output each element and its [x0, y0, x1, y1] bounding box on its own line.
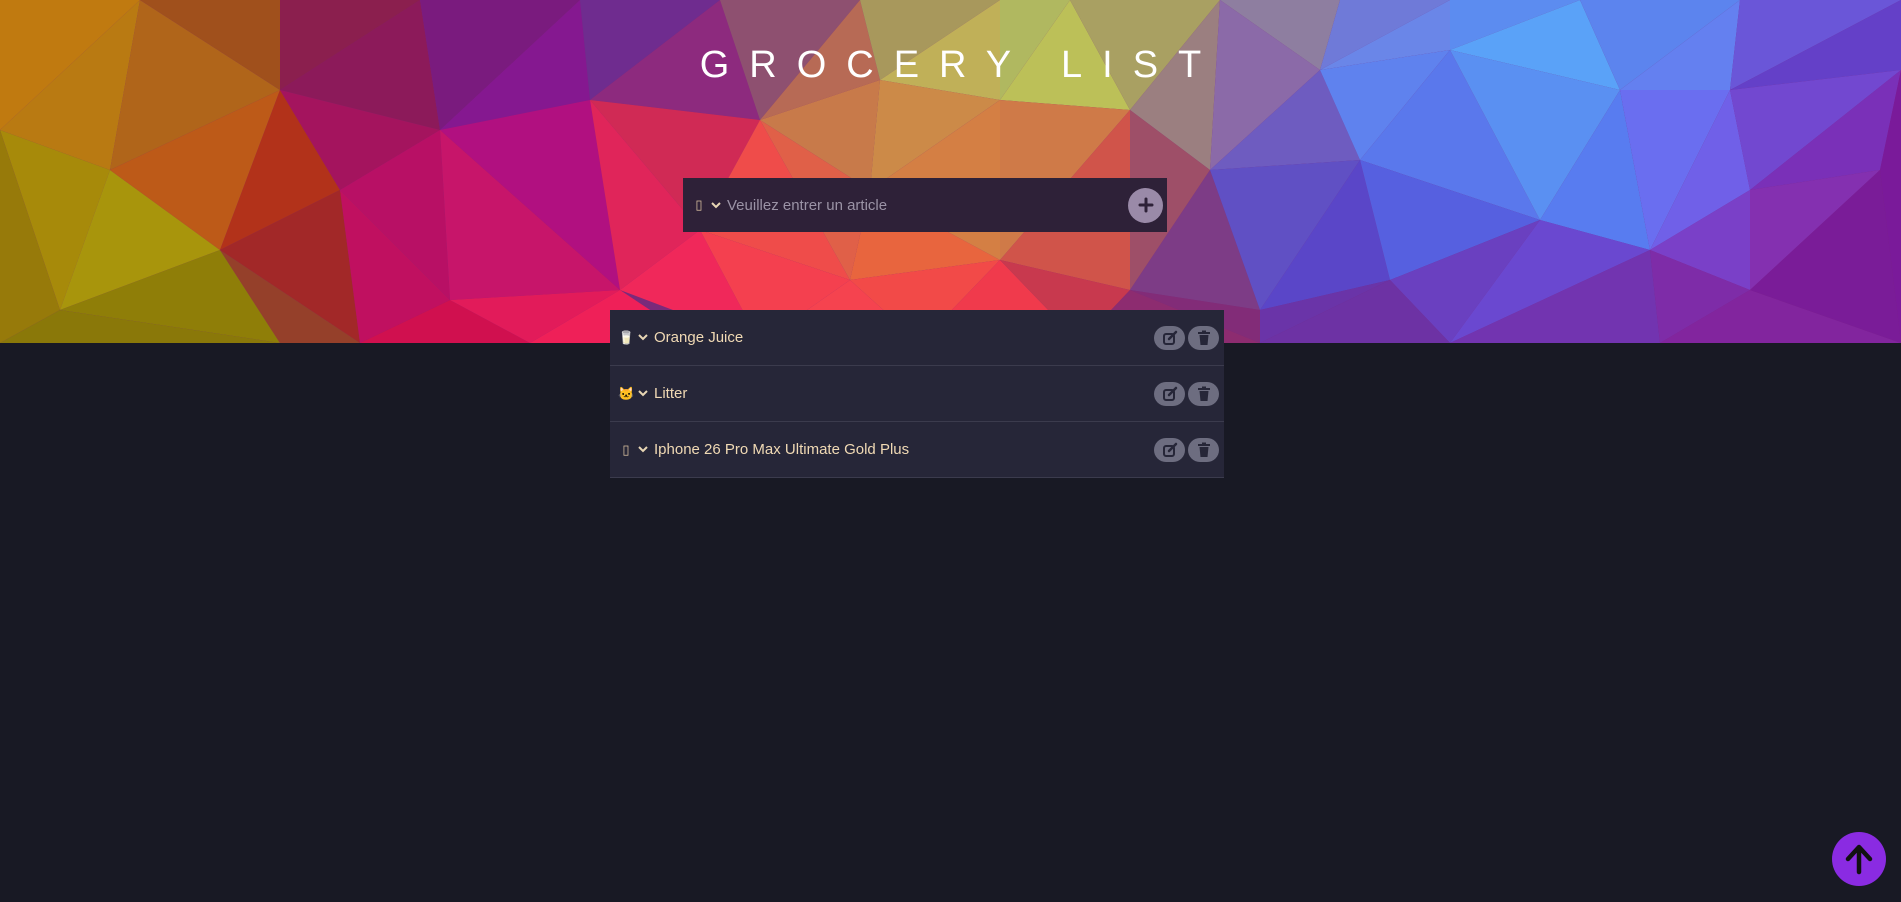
placeholder-emoji-icon: ▯ — [622, 441, 630, 457]
item-category-select[interactable]: 🐱 — [618, 366, 654, 421]
item-label: Orange Juice — [654, 329, 744, 346]
list-item: 🥛 Orange Juice — [610, 310, 1224, 366]
edit-button[interactable] — [1154, 325, 1185, 350]
hero-banner: GROCERY LIST — [0, 0, 1901, 343]
chevron-down-icon — [638, 334, 648, 341]
list-item: ▯ Iphone 26 Pro Max Ultimate Gold Plus — [610, 422, 1224, 478]
delete-button[interactable] — [1188, 437, 1219, 462]
scroll-to-top-button[interactable] — [1832, 832, 1886, 886]
category-select[interactable]: ▯ — [691, 178, 721, 232]
trash-icon — [1197, 386, 1210, 401]
edit-icon — [1162, 442, 1177, 457]
item-category-select[interactable]: 🥛 — [618, 310, 654, 365]
page-title: GROCERY LIST — [699, 44, 1222, 86]
placeholder-emoji-icon: ▯ — [695, 197, 703, 212]
item-label: Litter — [654, 385, 688, 402]
edit-icon — [1162, 330, 1177, 345]
delete-button[interactable] — [1188, 381, 1219, 406]
trash-icon — [1197, 442, 1210, 457]
chevron-down-icon — [711, 201, 721, 208]
list-item: 🐱 Litter — [610, 366, 1224, 422]
edit-button[interactable] — [1154, 381, 1185, 406]
trash-icon — [1197, 330, 1210, 345]
item-input[interactable] — [721, 177, 1128, 233]
edit-button[interactable] — [1154, 437, 1185, 462]
edit-icon — [1162, 386, 1177, 401]
chevron-down-icon — [638, 446, 648, 453]
cat-icon: 🐱 — [618, 385, 635, 401]
item-category-select[interactable]: ▯ — [618, 422, 654, 477]
cup-icon: 🥛 — [618, 329, 635, 345]
add-item-form: ▯ — [683, 177, 1167, 233]
chevron-down-icon — [638, 390, 648, 397]
grocery-list: 🥛 Orange Juice 🐱 Litter ▯ Iphone 26 Pro … — [610, 310, 1224, 478]
delete-button[interactable] — [1188, 325, 1219, 350]
arrow-up-icon — [1845, 844, 1873, 875]
add-item-button[interactable] — [1128, 187, 1163, 223]
item-label: Iphone 26 Pro Max Ultimate Gold Plus — [654, 441, 910, 458]
plus-icon — [1138, 197, 1153, 213]
